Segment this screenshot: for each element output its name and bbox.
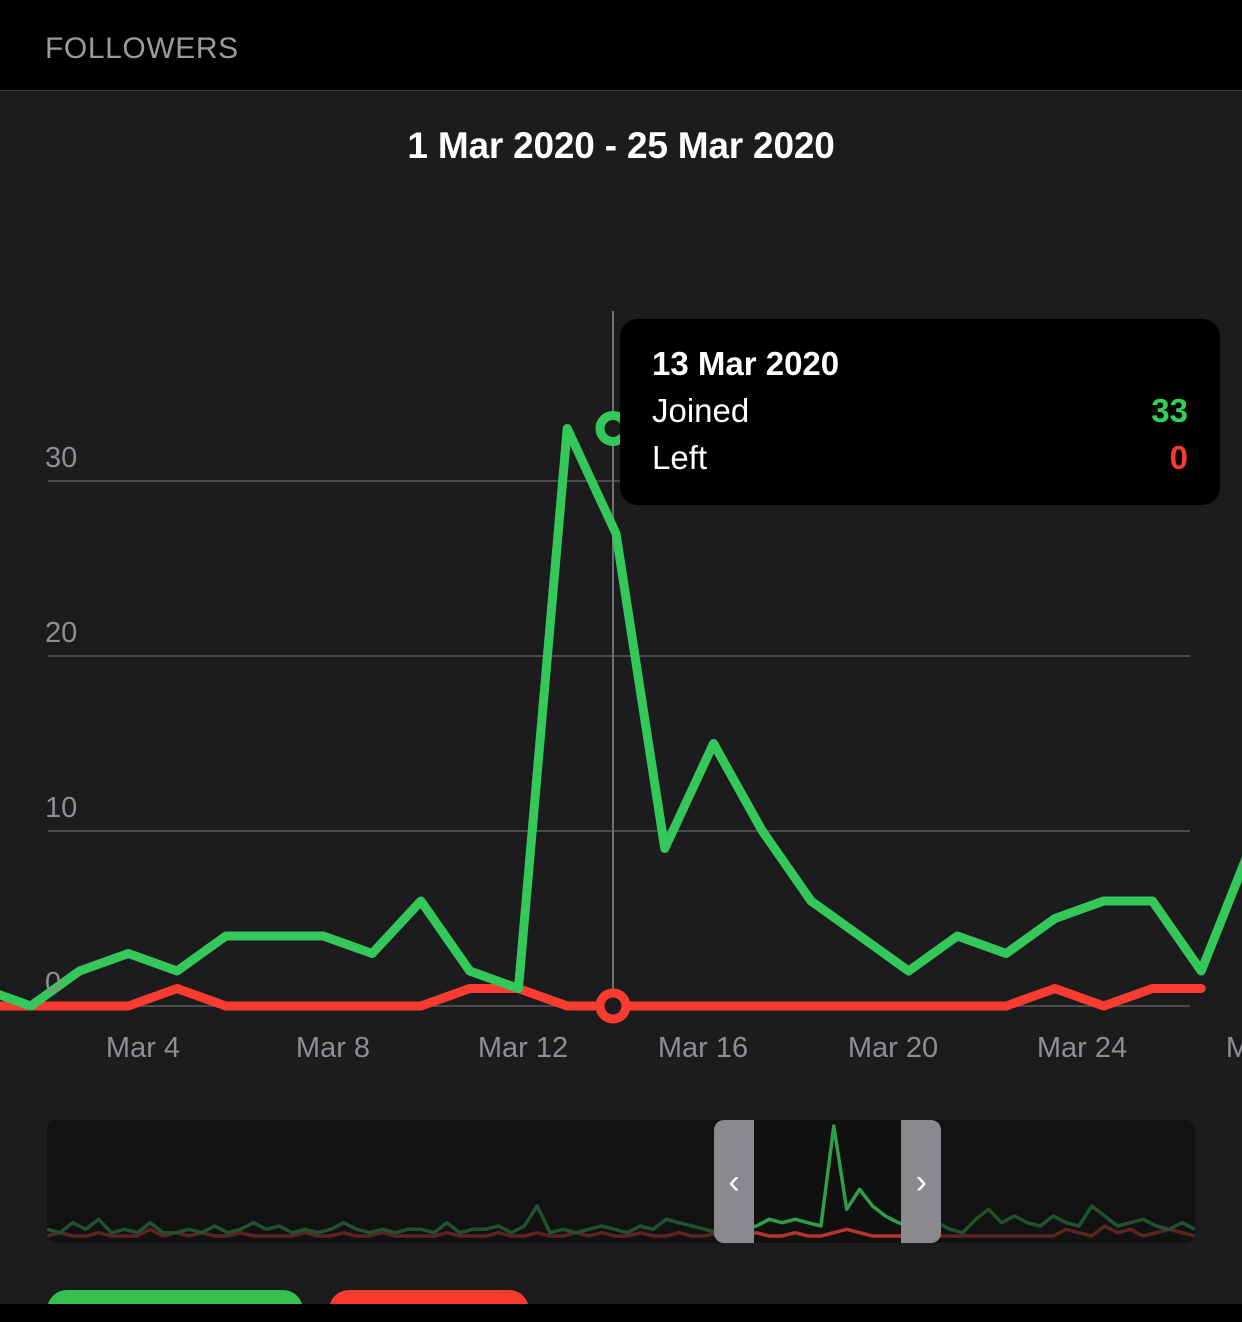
followers-chart-screen: FOLLOWERS 1 Mar 2020 - 25 Mar 2020 0 10 20… — [0, 0, 1242, 1322]
followers-chart-card: 1 Mar 2020 - 25 Mar 2020 0 10 20 30 Mar 4 Ma… — [0, 91, 1242, 1322]
tooltip-label-left: Left — [652, 439, 708, 476]
x-axis-tick-label: M — [1225, 1032, 1242, 1064]
y-axis-tick-label: 0 — [45, 967, 62, 999]
chevron-left-icon: ‹ — [728, 1162, 740, 1201]
scrubber-handle-left[interactable]: ‹ — [713, 1120, 754, 1243]
section-header-label: FOLLOWERS — [45, 32, 239, 65]
range-scrubber[interactable]: ‹ › — [47, 1120, 1195, 1243]
tooltip-date: 13 Mar 2020 — [652, 345, 840, 382]
scrubber-window[interactable]: ‹ › — [713, 1120, 942, 1243]
series-line-joined — [0, 424, 1242, 1011]
page-title: 1 Mar 2020 - 25 Mar 2020 — [407, 125, 835, 166]
y-axis-tick-label: 20 — [45, 617, 78, 649]
x-axis-ticks: Mar 4 Mar 8 Mar 12 Mar 16 Mar 20 Mar 24 M — [0, 1032, 1242, 1078]
x-axis-tick-label: Mar 4 — [105, 1032, 181, 1064]
tooltip-value-left: 0 — [1169, 439, 1188, 476]
x-axis-tick-label: Mar 8 — [295, 1032, 371, 1064]
y-axis-tick-label: 10 — [45, 792, 78, 824]
chevron-right-icon: › — [915, 1162, 927, 1201]
x-axis-tick-label: Mar 16 — [657, 1032, 749, 1064]
minimap-line-joined — [47, 1124, 1195, 1235]
tooltip-value-joined: 33 — [1151, 392, 1188, 429]
y-axis-tick-label: 30 — [45, 442, 78, 474]
bottom-strip — [0, 1304, 1242, 1322]
minimap-svg — [47, 1124, 1195, 1238]
x-axis-tick-label: Mar 20 — [847, 1032, 939, 1064]
scrubber-handle-right[interactable]: › — [901, 1120, 942, 1243]
tooltip-label-joined: Joined — [652, 392, 750, 429]
x-axis-tick-label: Mar 12 — [477, 1032, 569, 1064]
tooltip-row-joined: Joined 33 — [652, 392, 1188, 430]
highlight-marker-left — [595, 988, 631, 1024]
tooltip-row-left: Left 0 — [652, 439, 1188, 477]
section-header: FOLLOWERS — [0, 0, 1242, 90]
x-axis-tick-label: Mar 24 — [1036, 1032, 1128, 1064]
datapoint-tooltip: 13 Mar 2020 Joined 33 Left 0 — [620, 319, 1220, 505]
